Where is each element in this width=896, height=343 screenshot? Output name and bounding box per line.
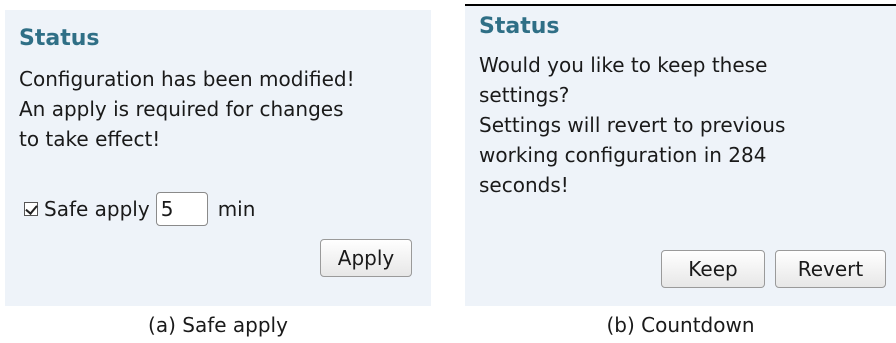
message-line: settings? (479, 83, 570, 107)
message-line: working configuration in 284 (479, 143, 767, 167)
message-line: to take effect! (19, 127, 161, 151)
caption-countdown: (b) Countdown (606, 313, 755, 337)
message-line: Would you like to keep these (479, 53, 768, 77)
safe-apply-row: Safe apply min (24, 192, 255, 226)
message-line: seconds! (479, 173, 569, 197)
apply-button[interactable]: Apply (320, 239, 412, 277)
status-title: Status (479, 14, 560, 39)
revert-button[interactable]: Revert (775, 250, 886, 288)
message-line: Settings will revert to previous (479, 113, 786, 137)
status-title: Status (19, 26, 100, 51)
status-message: Would you like to keep these settings? S… (479, 50, 896, 200)
caption-safe-apply: (a) Safe apply (148, 313, 288, 337)
minutes-unit-label: min (217, 197, 256, 221)
status-message: Configuration has been modified! An appl… (19, 64, 431, 154)
keep-button[interactable]: Keep (661, 250, 765, 288)
safe-apply-checkbox[interactable] (24, 202, 38, 216)
message-line: Configuration has been modified! (19, 67, 355, 91)
safe-apply-label: Safe apply (44, 197, 150, 221)
safe-apply-minutes-input[interactable] (155, 192, 208, 226)
message-line: An apply is required for changes (19, 97, 344, 121)
status-panel-countdown: Status Would you like to keep these sett… (465, 4, 896, 306)
